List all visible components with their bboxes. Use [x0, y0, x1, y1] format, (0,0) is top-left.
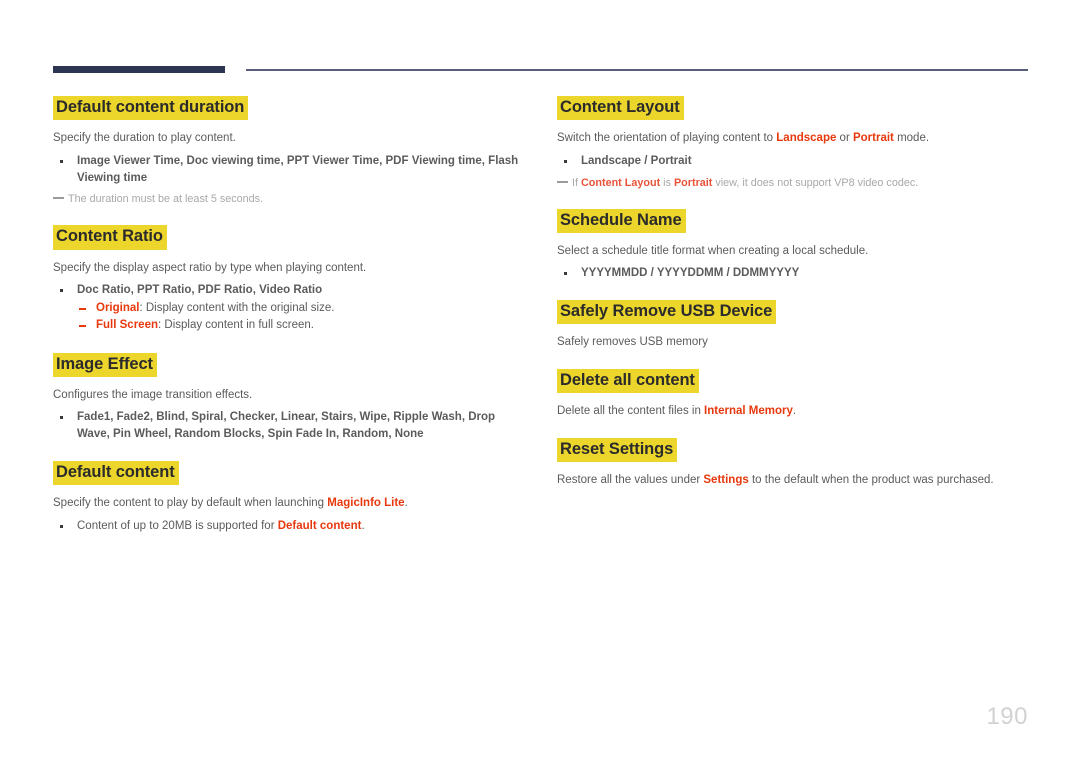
list-item: Image Viewer Time, Doc viewing time, PPT…: [53, 153, 525, 187]
text-run: If: [572, 176, 581, 189]
section-intro: Specify the content to play by default w…: [53, 495, 525, 512]
section-intro: Specify the duration to play content.: [53, 132, 236, 145]
content-section: Content Ratio Specify the display aspect …: [53, 225, 525, 334]
emphasis-term: Internal Memory: [704, 405, 793, 418]
text-run: Content of up to 20MB is supported for: [77, 519, 278, 532]
section-note: The duration must be at least 5 seconds.: [53, 192, 525, 207]
document-page: Default content duration Specify the dura…: [0, 0, 1080, 763]
text-run: is: [660, 176, 674, 189]
section-heading: Delete all content: [557, 369, 699, 394]
list-item: Fade1, Fade2, Blind, Spiral, Checker, Li…: [53, 409, 525, 443]
page-number: 190: [986, 703, 1028, 730]
sub-list-item: Original: Display content with the origi…: [77, 300, 525, 317]
content-section: Default content duration Specify the dura…: [53, 96, 525, 207]
section-heading: Reset Settings: [557, 437, 678, 462]
section-intro: Specify the display aspect ratio by type…: [53, 261, 367, 274]
section-note: If Content Layout is Portrait view, it d…: [557, 176, 1029, 191]
list-item: Content of up to 20MB is supported for D…: [53, 518, 525, 535]
section-heading: Image Effect: [53, 352, 157, 377]
content-section: Schedule Name Select a schedule title for…: [557, 208, 1029, 283]
content-section: Image Effect Configures the image transit…: [53, 352, 525, 443]
section-intro: Restore all the values under Settings to…: [557, 472, 1029, 489]
section-heading: Safely Remove USB Device: [557, 300, 777, 325]
content-section: Content Layout Switch the orientation of …: [557, 96, 1029, 191]
text-run: .: [792, 405, 797, 418]
bullet-list: Image Viewer Time, Doc viewing time, PPT…: [53, 153, 525, 187]
emphasis-term: MagicInfo Lite: [327, 496, 405, 509]
left-column: Default content duration Specify the dura…: [53, 96, 525, 538]
text-run: view, it does not support VP8 video code…: [712, 176, 919, 189]
content-section: Reset Settings Restore all the values und…: [557, 437, 1029, 489]
section-intro: Switch the orientation of playing conten…: [557, 130, 1029, 147]
section-intro: Configures the image transition effects.: [53, 388, 253, 401]
emphasis-term: Default content: [277, 519, 362, 532]
section-heading: Content Ratio: [53, 225, 167, 250]
text-run: or: [836, 132, 853, 145]
right-column: Content Layout Switch the orientation of …: [557, 96, 1029, 489]
content-section: Default content Specify the content to pl…: [53, 460, 525, 535]
section-intro: Safely removes USB memory: [557, 336, 708, 349]
section-intro: Select a schedule title format when crea…: [557, 244, 869, 257]
section-heading: Default content duration: [53, 96, 249, 121]
list-item: YYYYMMDD / YYYYDDMM / DDMMYYYY: [557, 265, 1029, 282]
text-run: mode.: [893, 132, 930, 145]
text-run: Specify the content to play by default w…: [53, 496, 328, 509]
bullet-list: Fade1, Fade2, Blind, Spiral, Checker, Li…: [53, 409, 525, 443]
text-run: .: [361, 519, 365, 532]
sub-item-term: Original: [96, 302, 140, 315]
bullet-list: Content of up to 20MB is supported for D…: [53, 518, 525, 535]
list-item: Doc Ratio, PPT Ratio, PDF Ratio, Video R…: [53, 282, 525, 334]
bullet-list: YYYYMMDD / YYYYDDMM / DDMMYYYY: [557, 265, 1029, 282]
text-run: Switch the orientation of playing conten…: [557, 132, 777, 145]
text-run: to the default when the product was purc…: [748, 473, 994, 486]
content-section: Delete all content Delete all the content…: [557, 369, 1029, 420]
sub-bullet-list: Original: Display content with the origi…: [77, 300, 525, 335]
sub-item-term: Full Screen: [96, 319, 158, 332]
emphasis-term: Settings: [703, 473, 749, 486]
list-item: Landscape / Portrait: [557, 153, 1029, 170]
sub-item-desc: : Display content with the original size…: [139, 302, 335, 315]
section-heading: Default content: [53, 460, 179, 485]
emphasis-term: Portrait: [673, 176, 713, 189]
text-run: .: [404, 496, 408, 509]
section-intro: Delete all the content files in Internal…: [557, 403, 1029, 420]
emphasis-term: Landscape: [776, 132, 837, 145]
bullet-list: Landscape / Portrait: [557, 153, 1029, 170]
content-section: Safely Remove USB Device Safely removes U…: [557, 300, 1029, 351]
section-heading: Content Layout: [557, 96, 684, 121]
text-run: Delete all the content files in: [557, 405, 705, 418]
emphasis-term: Content Layout: [581, 176, 661, 189]
bullet-list: Doc Ratio, PPT Ratio, PDF Ratio, Video R…: [53, 282, 525, 334]
section-heading: Schedule Name: [557, 208, 686, 233]
sub-item-desc: : Display content in full screen.: [158, 319, 314, 332]
emphasis-term: Portrait: [852, 132, 894, 145]
sub-list-item: Full Screen: Display content in full scr…: [77, 317, 525, 334]
text-run: Restore all the values under: [557, 473, 704, 486]
